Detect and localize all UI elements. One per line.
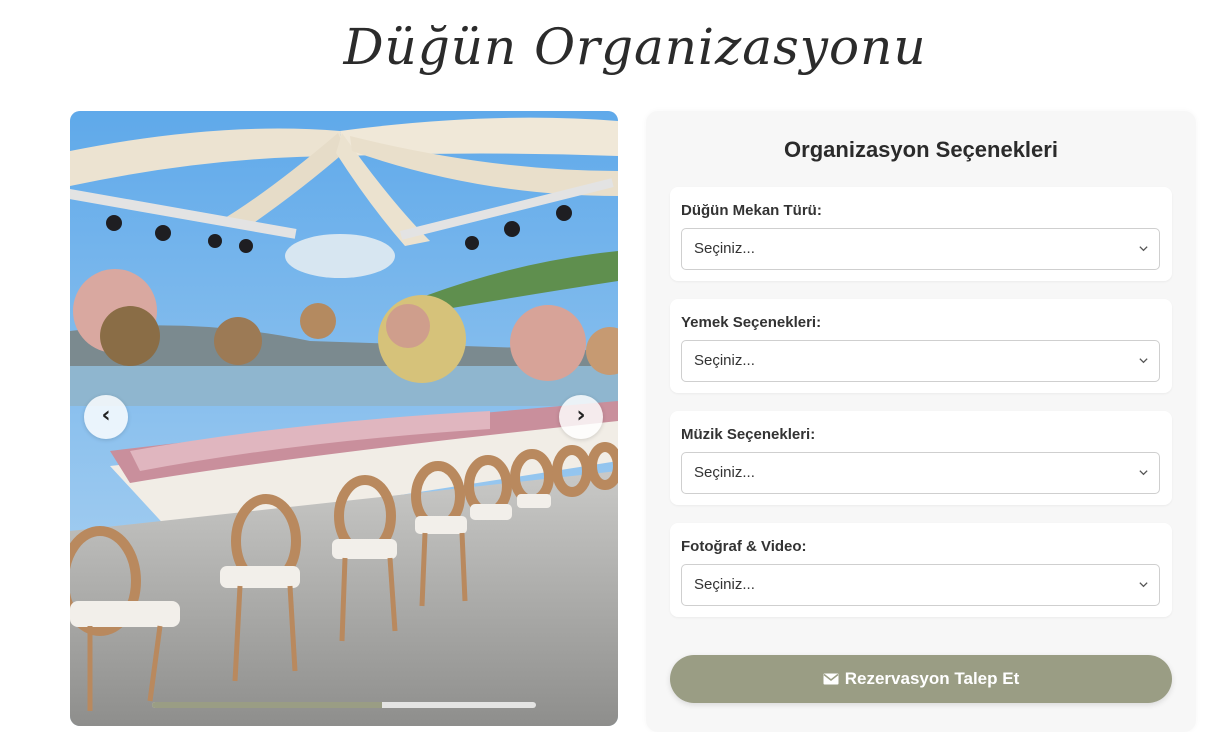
page: Düğün Organizasyonu ‹ › Organizasyon Seç… (0, 0, 1221, 732)
slider-prev-button[interactable]: ‹ (84, 395, 128, 439)
food-options-value: Seçiniz... (694, 352, 755, 369)
music-options-label: Müzik Seçenekleri: (681, 426, 816, 443)
food-options-group: Yemek Seçenekleri: Seçiniz... (670, 299, 1172, 393)
venue-type-value: Seçiniz... (694, 240, 755, 257)
photo-video-value: Seçiniz... (694, 576, 755, 593)
chevron-down-icon (1139, 358, 1148, 364)
photo-video-group: Fotoğraf & Video: Seçiniz... (670, 523, 1172, 617)
food-options-label: Yemek Seçenekleri: (681, 314, 822, 331)
chevron-down-icon (1139, 246, 1148, 252)
slider-next-button[interactable]: › (559, 395, 603, 439)
music-options-group: Müzik Seçenekleri: Seçiniz... (670, 411, 1172, 505)
venue-type-select[interactable]: Seçiniz... (681, 228, 1160, 270)
reservation-request-label: Rezervasyon Talep Et (844, 669, 1020, 688)
venue-type-label: Düğün Mekan Türü: (681, 202, 822, 219)
reservation-request-button[interactable]: Rezervasyon Talep Et (670, 655, 1172, 703)
chevron-down-icon (1139, 470, 1148, 476)
venue-type-group: Düğün Mekan Türü: Seçiniz... (670, 187, 1172, 281)
slider-progress-fill (152, 702, 383, 708)
photo-video-label: Fotoğraf & Video: (681, 538, 807, 555)
envelope-icon (823, 673, 839, 685)
image-slider: ‹ › (70, 111, 618, 726)
slider-progress-bar (152, 702, 536, 708)
chevron-left-icon: ‹ (101, 403, 111, 428)
chevron-down-icon (1139, 582, 1148, 588)
music-options-select[interactable]: Seçiniz... (681, 452, 1160, 494)
food-options-select[interactable]: Seçiniz... (681, 340, 1160, 382)
slide-image (70, 111, 618, 726)
music-options-value: Seçiniz... (694, 464, 755, 481)
page-title: Düğün Organizasyonu (343, 18, 927, 76)
chevron-right-icon: › (576, 403, 586, 428)
options-panel: Organizasyon Seçenekleri Düğün Mekan Tür… (646, 111, 1196, 732)
options-title: Organizasyon Seçenekleri (784, 137, 1058, 162)
photo-video-select[interactable]: Seçiniz... (681, 564, 1160, 606)
